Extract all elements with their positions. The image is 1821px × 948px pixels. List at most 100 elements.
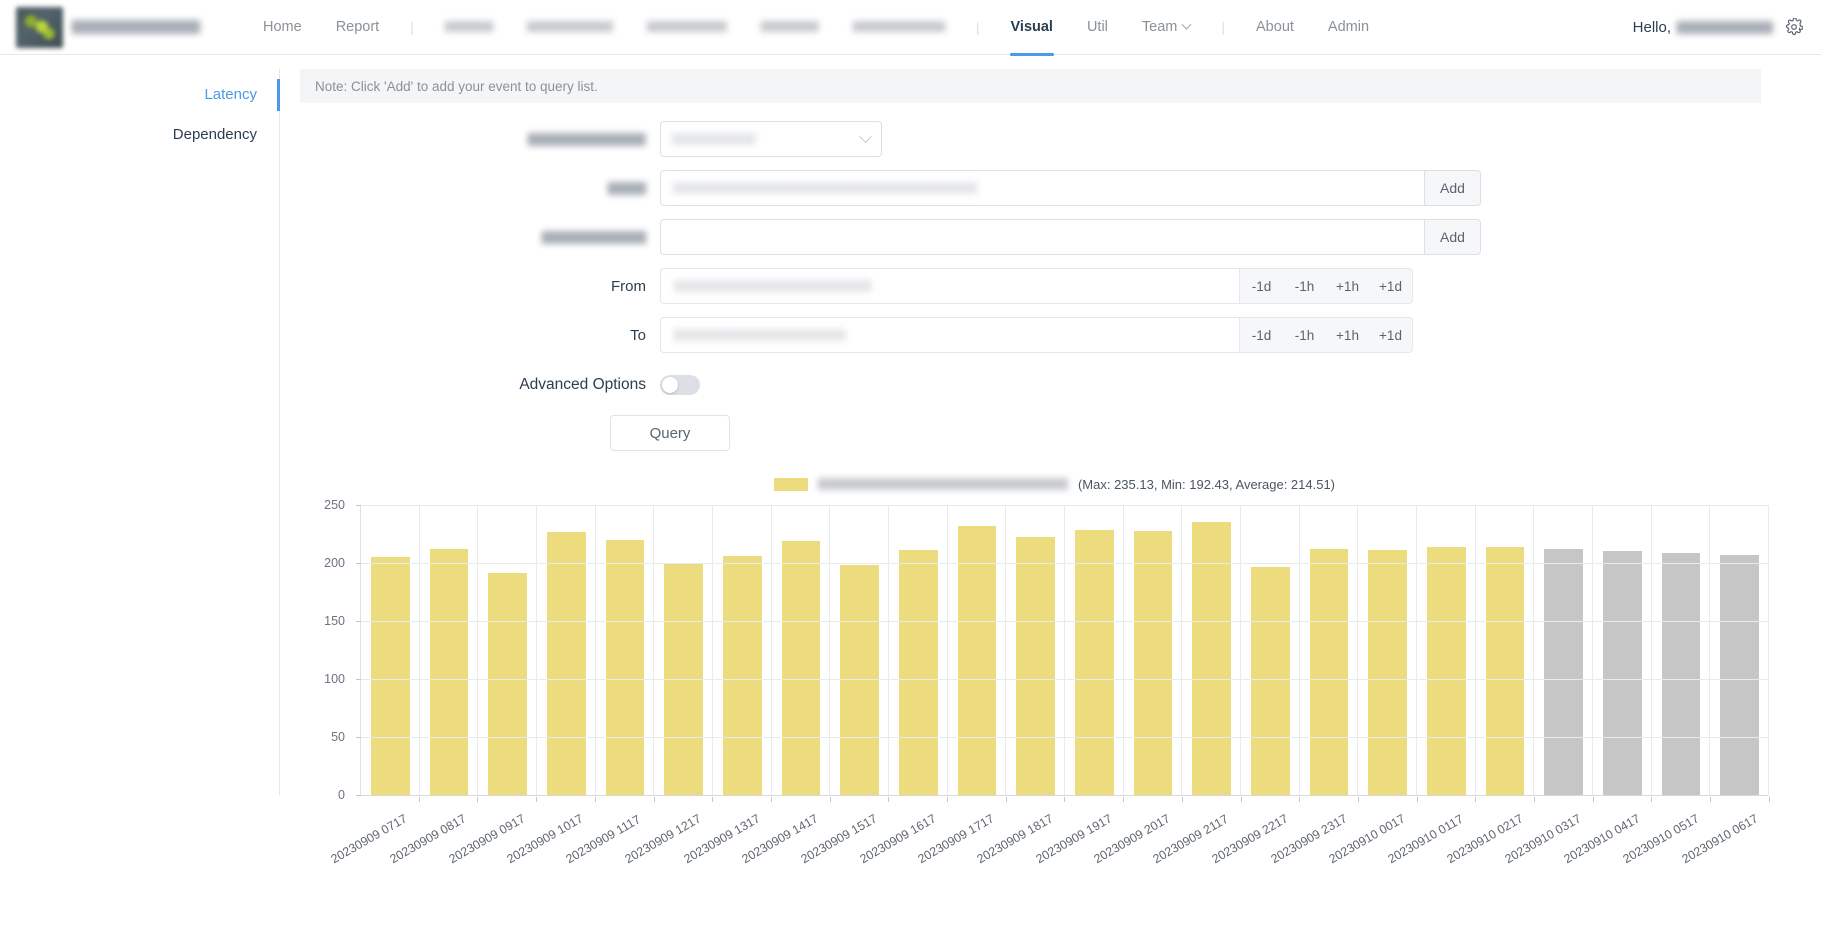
bar-actual[interactable]	[781, 541, 821, 795]
nav-item-util[interactable]: Util	[1070, 0, 1125, 55]
y-axis-tick-mark	[356, 795, 361, 796]
bar-actual[interactable]	[488, 573, 528, 795]
nav-item-5[interactable]	[630, 0, 744, 55]
bar-actual[interactable]	[370, 557, 410, 795]
bar-cell	[1710, 505, 1769, 795]
nav-item-admin[interactable]: Admin	[1311, 0, 1386, 55]
app-logo-icon	[16, 6, 63, 48]
nav-item-label: Admin	[1327, 18, 1370, 35]
secondary-event-input[interactable]	[660, 219, 1425, 255]
bar-cell	[1417, 505, 1476, 795]
secondary-event-add-button[interactable]: Add	[1425, 219, 1481, 255]
nav-item-home[interactable]: Home	[246, 0, 319, 55]
bar-cell	[1534, 505, 1593, 795]
legend-stats: (Max: 235.13, Min: 192.43, Average: 214.…	[1077, 476, 1336, 492]
nav-item-label: Report	[335, 18, 380, 35]
to-shift-minus1h[interactable]: -1h	[1283, 318, 1326, 352]
control-from: -1d -1h +1h +1d	[660, 268, 1413, 304]
bar-cell	[596, 505, 655, 795]
bar-actual[interactable]	[1368, 549, 1408, 795]
x-axis: 20230909 0717 20230909 0817 20230909 0917 2…	[329, 797, 1770, 887]
nav-right-group: Hello,	[1633, 18, 1803, 36]
bar-projected[interactable]	[1661, 553, 1701, 795]
bar-actual[interactable]	[1133, 530, 1173, 795]
to-shift-minus1d[interactable]: -1d	[1240, 318, 1283, 352]
nav-item-3[interactable]	[428, 0, 510, 55]
query-form: Add Add From -1d -1h +1h +1d To -1d -1h +1h +1d	[300, 121, 1809, 353]
event-add-button[interactable]: Add	[1425, 170, 1481, 206]
bar-actual[interactable]	[546, 531, 586, 795]
gear-icon[interactable]	[1785, 18, 1803, 36]
query-button[interactable]: Query	[610, 415, 730, 451]
y-axis-tick-mark	[356, 621, 361, 622]
brand[interactable]	[16, 6, 246, 48]
bar-actual[interactable]	[899, 549, 938, 795]
from-shift-minus1h[interactable]: -1h	[1283, 269, 1326, 303]
bar-actual[interactable]	[1016, 537, 1056, 795]
y-axis-tick-label: 100	[324, 672, 345, 686]
bar-actual[interactable]	[1251, 567, 1290, 795]
form-row-to: To -1d -1h +1h +1d	[300, 317, 1809, 353]
advanced-options-toggle[interactable]	[660, 375, 700, 395]
side-tab-dependency[interactable]: Dependency	[0, 115, 279, 155]
nav-item-4[interactable]	[510, 0, 630, 55]
datetime-value	[674, 280, 872, 292]
bar-cell	[1593, 505, 1652, 795]
nav-separator: |	[1221, 19, 1226, 35]
bar-actual[interactable]	[723, 555, 762, 795]
to-shift-plus1d[interactable]: +1d	[1369, 318, 1412, 352]
bar-actual[interactable]	[1427, 546, 1466, 795]
bar-cell	[1124, 505, 1183, 795]
bar-actual[interactable]	[1075, 530, 1114, 795]
y-axis-tick-label: 150	[324, 614, 345, 628]
from-shift-plus1h[interactable]: +1h	[1326, 269, 1369, 303]
metric-type-select[interactable]	[660, 121, 882, 157]
nav-item-label: Util	[1086, 18, 1108, 35]
nav-item-label	[526, 21, 613, 33]
x-axis-tick-mark	[1768, 797, 1770, 802]
page-body: Latency Dependency Note: Click 'Add' to a…	[0, 55, 1821, 866]
bar-cell	[1065, 505, 1124, 795]
nav-item-label	[852, 21, 945, 33]
form-row-event: Add	[300, 170, 1809, 206]
nav-item-label: Visual	[1010, 18, 1053, 35]
bar-projected[interactable]	[1720, 555, 1760, 795]
form-row-secondary-event: Add	[300, 219, 1809, 255]
bar-cell	[654, 505, 713, 795]
nav-item-team[interactable]: Team	[1125, 0, 1207, 55]
grid-line	[361, 505, 1769, 506]
bar-actual[interactable]	[605, 540, 645, 795]
side-tab-latency[interactable]: Latency	[0, 75, 280, 115]
nav-item-6[interactable]	[744, 0, 836, 55]
bar-actual[interactable]	[429, 548, 469, 795]
control-secondary-event: Add	[660, 219, 1481, 255]
control-to: -1d -1h +1h +1d	[660, 317, 1413, 353]
bar-cell	[1358, 505, 1417, 795]
nav-item-7[interactable]	[836, 0, 962, 55]
bar-actual[interactable]	[957, 526, 997, 795]
nav-item-about[interactable]: About	[1239, 0, 1311, 55]
from-shift-minus1d[interactable]: -1d	[1240, 269, 1283, 303]
bar-actual[interactable]	[1309, 548, 1349, 795]
bar-projected[interactable]	[1603, 550, 1642, 795]
to-datetime-input[interactable]	[660, 317, 1240, 353]
grid-line	[361, 563, 1769, 564]
y-axis-tick-mark	[356, 563, 361, 564]
main-content: Note: Click 'Add' to add your event to q…	[280, 69, 1821, 866]
label-text	[542, 230, 646, 244]
bar-cell	[713, 505, 772, 795]
nav-item-report[interactable]: Report	[319, 0, 397, 55]
nav-item-visual[interactable]: Visual	[994, 0, 1070, 56]
bar-actual[interactable]	[1485, 547, 1525, 795]
y-axis-tick-label: 0	[338, 788, 345, 802]
to-shift-plus1h[interactable]: +1h	[1326, 318, 1369, 352]
event-input[interactable]	[660, 170, 1425, 206]
selected-value	[672, 133, 756, 145]
from-shift-plus1d[interactable]: +1d	[1369, 269, 1412, 303]
bar-cell	[948, 505, 1007, 795]
query-button-row: Query	[300, 415, 1809, 451]
y-axis-tick-mark	[356, 679, 361, 680]
bar-projected[interactable]	[1544, 549, 1584, 795]
from-datetime-input[interactable]	[660, 268, 1240, 304]
y-axis-tick-label: 50	[331, 730, 345, 744]
